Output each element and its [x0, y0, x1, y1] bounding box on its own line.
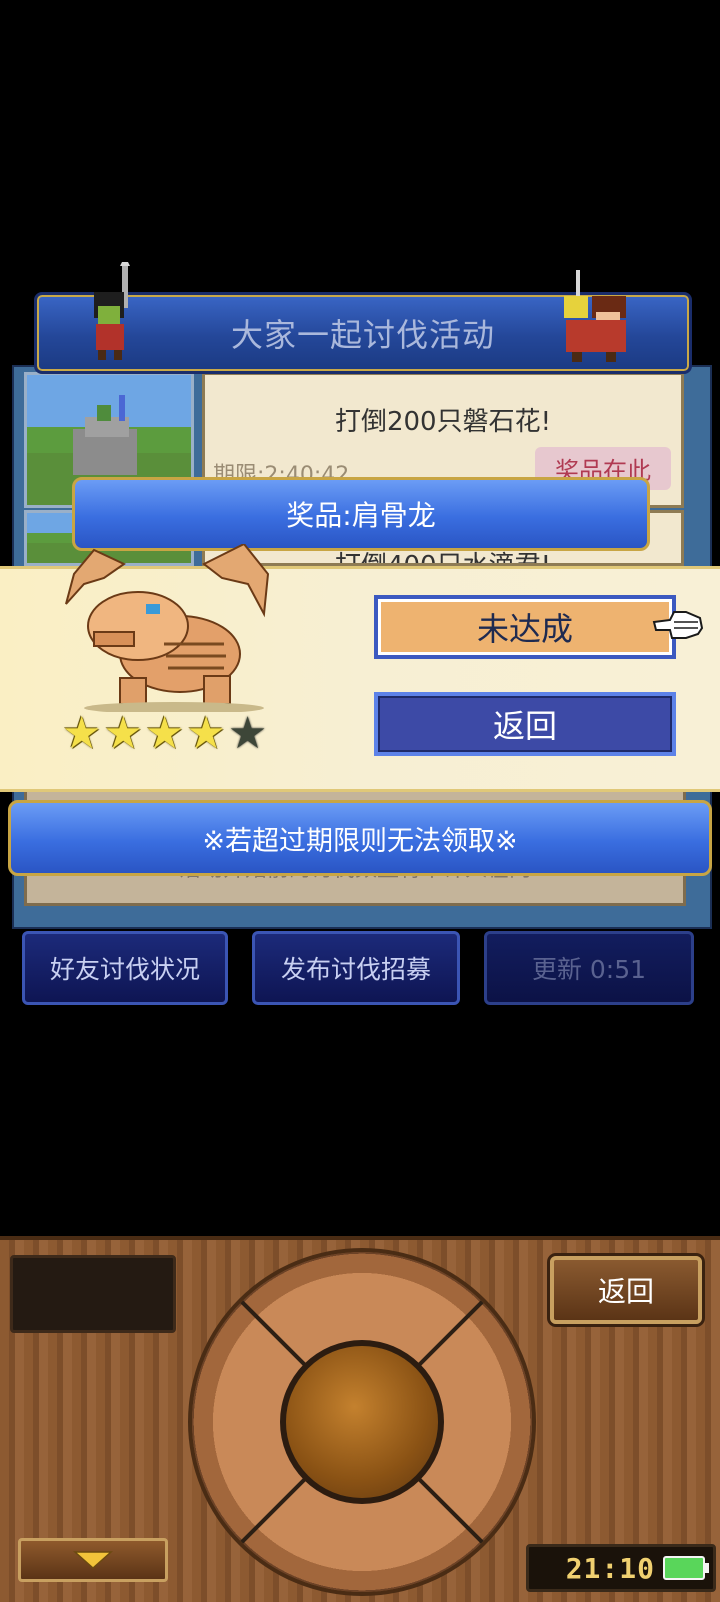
menu-down-button[interactable]: [18, 1538, 168, 1582]
clock-display: 21:10: [526, 1544, 716, 1592]
quest-text: 打倒200只磐石花!: [334, 407, 552, 437]
expiry-notice: ※若超过期限则无法领取※: [8, 800, 712, 876]
rarity-stars: ★ ★ ★ ★ ★: [62, 712, 267, 756]
friend-status-button[interactable]: 好友讨伐状况: [22, 931, 228, 1005]
star-icon: ★: [144, 708, 185, 759]
clock-time: 21:10: [565, 1551, 655, 1585]
refresh-button[interactable]: 更新 0:51: [484, 931, 694, 1005]
incomplete-button[interactable]: 未达成: [374, 595, 676, 659]
soldier-sprite-icon: [94, 262, 130, 360]
recruit-button[interactable]: 发布讨伐招募: [252, 931, 460, 1005]
dpad-center-button[interactable]: [286, 1346, 438, 1498]
prize-title-bar: 奖品:肩骨龙: [72, 477, 650, 551]
popup-return-button[interactable]: 返回: [374, 692, 676, 756]
warrior-pair-sprite-icon: [564, 270, 626, 362]
arrow-down-icon: [73, 1551, 113, 1570]
bone-dragon-icon: [65, 544, 270, 712]
battery-icon: [663, 1556, 709, 1580]
mini-screen: [10, 1255, 176, 1333]
star-icon: ★: [62, 708, 102, 759]
star-icon: ★: [103, 708, 143, 759]
pointing-hand-cursor-icon: [652, 611, 704, 639]
star-icon: ★: [186, 708, 226, 759]
star-empty-icon: ★: [227, 708, 268, 759]
controller-return-button[interactable]: 返回: [550, 1256, 702, 1324]
